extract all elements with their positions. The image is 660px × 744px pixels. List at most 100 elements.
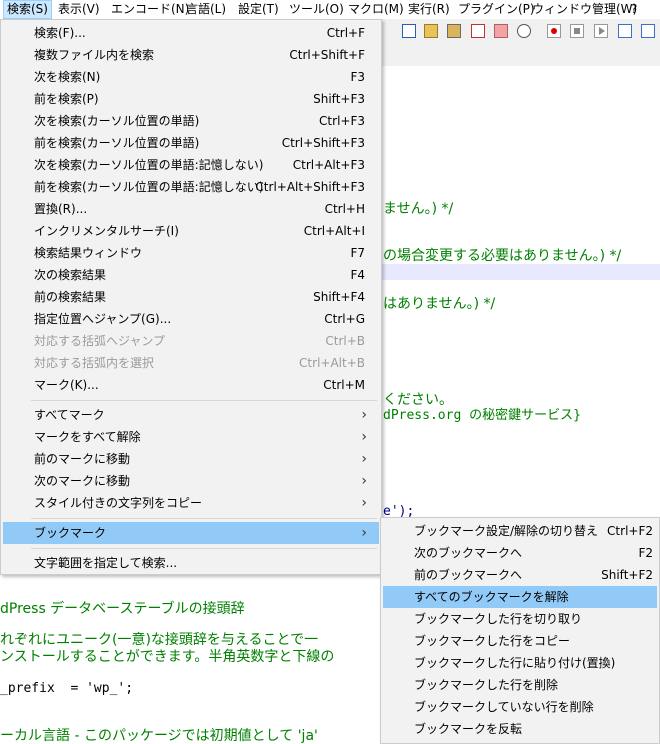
folder-workspace-icon[interactable] bbox=[494, 24, 508, 38]
menu-item-shortcut: Ctrl+F3 bbox=[319, 114, 365, 128]
editor-line: dPress データベーステーブルの接頭辞 bbox=[0, 601, 245, 617]
editor-line: dPress.org の秘密鍵サービス} bbox=[383, 408, 581, 423]
search-menu-item-1[interactable]: 複数ファイル内を検索 Ctrl+Shift+F bbox=[3, 44, 379, 66]
editor-line: _prefix = 'wp_'; bbox=[0, 681, 134, 696]
editor-line: の場合変更する必要はありません。) */ bbox=[383, 248, 622, 264]
menubar-item-4[interactable]: 設定(T) bbox=[235, 0, 282, 19]
menu-item-shortcut: F4 bbox=[350, 268, 365, 282]
menu-item-label: 前を検索(カーソル位置の単語:記憶しない) bbox=[34, 180, 264, 194]
menu-separator bbox=[31, 548, 377, 549]
doc-map-icon[interactable] bbox=[447, 24, 461, 38]
menu-item-shortcut: Shift+F2 bbox=[601, 568, 653, 582]
search-menu-item-19[interactable]: マークをすべて解除 › bbox=[3, 426, 379, 448]
search-menu-item-8[interactable]: 置換(R)... Ctrl+H bbox=[3, 198, 379, 220]
menu-item-shortcut: Ctrl+Alt+I bbox=[303, 224, 365, 238]
search-menu-item-22[interactable]: スタイル付きの文字列をコピー › bbox=[3, 492, 379, 514]
wrap-icon[interactable] bbox=[402, 24, 416, 38]
menu-item-shortcut: F2 bbox=[638, 546, 653, 560]
record-macro-icon[interactable] bbox=[547, 24, 561, 38]
menubar-item-8[interactable]: プラグイン(P) bbox=[455, 0, 538, 19]
search-menu-item-5[interactable]: 前を検索(カーソル位置の単語) Ctrl+Shift+F3 bbox=[3, 132, 379, 154]
search-menu-item-11[interactable]: 次の検索結果 F4 bbox=[3, 264, 379, 286]
menu-item-label: 次のブックマークへ bbox=[414, 546, 523, 560]
menu-item-label: 対応する括弧内を選択 bbox=[34, 356, 155, 370]
editor-line: はありません。) */ bbox=[383, 296, 496, 312]
search-menu: 検索(F)... Ctrl+F 複数ファイル内を検索 Ctrl+Shift+F 次を検索… bbox=[0, 19, 382, 575]
search-menu-item-0[interactable]: 検索(F)... Ctrl+F bbox=[3, 22, 379, 44]
bookmark-menu-item-6[interactable]: ブックマークした行に貼り付け(置換) bbox=[383, 652, 657, 674]
menubar-item-10[interactable]: ? bbox=[628, 0, 640, 19]
bookmark-menu-item-0[interactable]: ブックマーク設定/解除の切り替え Ctrl+F2 bbox=[383, 520, 657, 542]
menu-item-label: ブックマークした行を削除 bbox=[414, 678, 559, 692]
menu-item-label: すべてマーク bbox=[34, 408, 105, 422]
menu-item-shortcut: F3 bbox=[350, 70, 365, 84]
function-list-icon[interactable] bbox=[471, 24, 485, 38]
bookmark-menu-item-7[interactable]: ブックマークした行を削除 bbox=[383, 674, 657, 696]
menu-item-shortcut: Ctrl+F bbox=[326, 26, 365, 40]
bookmark-menu-item-3[interactable]: すべてのブックマークを解除 bbox=[383, 586, 657, 608]
search-menu-item-15[interactable]: 対応する括弧内を選択 Ctrl+Alt+B bbox=[3, 352, 379, 374]
bookmark-menu-item-4[interactable]: ブックマークした行を切り取り bbox=[383, 608, 657, 630]
current-line-highlight bbox=[380, 264, 660, 280]
menu-item-label: ブックマークした行を切り取り bbox=[414, 612, 583, 626]
menu-item-label: 前を検索(カーソル位置の単語) bbox=[34, 136, 200, 150]
search-menu-item-24[interactable]: ブックマーク › bbox=[3, 522, 379, 544]
editor-line: ーカル言語 - このパッケージでは初期値として 'ja' bbox=[0, 728, 318, 744]
search-menu-item-2[interactable]: 次を検索(N) F3 bbox=[3, 66, 379, 88]
search-menu-item-20[interactable]: 前のマークに移動 › bbox=[3, 448, 379, 470]
play-triangle bbox=[599, 27, 605, 35]
menu-item-label: ブックマークした行をコピー bbox=[414, 634, 571, 648]
menubar-item-6[interactable]: マクロ(M) bbox=[345, 0, 407, 19]
menu-separator bbox=[31, 400, 377, 401]
stop-square bbox=[574, 28, 580, 34]
menubar-item-9[interactable]: ウィンドウ管理(W) bbox=[529, 0, 640, 19]
stop-macro-icon[interactable] bbox=[570, 24, 584, 38]
save-macro-icon[interactable] bbox=[641, 24, 655, 38]
search-menu-item-7[interactable]: 前を検索(カーソル位置の単語:記憶しない) Ctrl+Alt+Shift+F3 bbox=[3, 176, 379, 198]
menu-item-shortcut: Ctrl+M bbox=[323, 378, 365, 392]
menu-item-label: スタイル付きの文字列をコピー bbox=[34, 496, 203, 510]
menubar-item-0[interactable]: 検索(S) bbox=[3, 0, 52, 19]
search-menu-item-6[interactable]: 次を検索(カーソル位置の単語:記憶しない) Ctrl+Alt+F3 bbox=[3, 154, 379, 176]
menu-item-label: 対応する括弧へジャンプ bbox=[34, 334, 166, 348]
search-menu-item-9[interactable]: インクリメンタルサーチ(I) Ctrl+Alt+I bbox=[3, 220, 379, 242]
search-menu-item-10[interactable]: 検索結果ウィンドウ F7 bbox=[3, 242, 379, 264]
menu-item-label: 次の検索結果 bbox=[34, 268, 107, 282]
menu-item-label: ブックマークを反転 bbox=[414, 722, 523, 736]
submenu-arrow-icon: › bbox=[361, 407, 367, 423]
menu-item-label: マークをすべて解除 bbox=[34, 430, 141, 444]
play-macro-icon[interactable] bbox=[594, 24, 608, 38]
indent-guide-icon[interactable] bbox=[424, 24, 438, 38]
menubar-item-3[interactable]: 言語(L) bbox=[183, 0, 229, 19]
menubar-item-7[interactable]: 実行(R) bbox=[405, 0, 453, 19]
tab-strip bbox=[382, 44, 660, 67]
bookmark-menu-item-2[interactable]: 前のブックマークへ Shift+F2 bbox=[383, 564, 657, 586]
menubar-item-1[interactable]: 表示(V) bbox=[55, 0, 103, 19]
bookmark-menu-item-8[interactable]: ブックマークしていない行を削除 bbox=[383, 696, 657, 718]
search-menu-item-16[interactable]: マーク(K)... Ctrl+M bbox=[3, 374, 379, 396]
menu-item-label: 次のマークに移動 bbox=[34, 474, 131, 488]
search-menu-item-26[interactable]: 文字範囲を指定して検索... bbox=[3, 552, 379, 574]
search-menu-item-12[interactable]: 前の検索結果 Shift+F4 bbox=[3, 286, 379, 308]
search-menu-item-18[interactable]: すべてマーク › bbox=[3, 404, 379, 426]
search-menu-item-21[interactable]: 次のマークに移動 › bbox=[3, 470, 379, 492]
submenu-arrow-icon: › bbox=[361, 429, 367, 445]
search-menu-item-14[interactable]: 対応する括弧へジャンプ Ctrl+B bbox=[3, 330, 379, 352]
menu-item-label: 次を検索(カーソル位置の単語:記憶しない) bbox=[34, 158, 264, 172]
menubar-item-2[interactable]: エンコード(N) bbox=[108, 0, 192, 19]
search-menu-item-4[interactable]: 次を検索(カーソル位置の単語) Ctrl+F3 bbox=[3, 110, 379, 132]
bookmark-menu-item-5[interactable]: ブックマークした行をコピー bbox=[383, 630, 657, 652]
menu-item-label: 前のブックマークへ bbox=[414, 568, 523, 582]
monitoring-icon[interactable] bbox=[517, 24, 531, 38]
menu-item-label: すべてのブックマークを解除 bbox=[414, 590, 569, 604]
run-macro-multiple-icon[interactable] bbox=[618, 24, 632, 38]
menu-item-label: 複数ファイル内を検索 bbox=[34, 48, 155, 62]
menubar-item-5[interactable]: ツール(O) bbox=[286, 0, 347, 19]
menu-item-shortcut: Shift+F4 bbox=[313, 290, 365, 304]
bookmark-menu-item-9[interactable]: ブックマークを反転 bbox=[383, 718, 657, 740]
bookmark-menu-item-1[interactable]: 次のブックマークへ F2 bbox=[383, 542, 657, 564]
search-menu-item-3[interactable]: 前を検索(P) Shift+F3 bbox=[3, 88, 379, 110]
search-menu-item-13[interactable]: 指定位置へジャンプ(G)... Ctrl+G bbox=[3, 308, 379, 330]
editor-line: ません。) */ bbox=[383, 201, 454, 217]
menu-item-label: 次を検索(カーソル位置の単語) bbox=[34, 114, 200, 128]
